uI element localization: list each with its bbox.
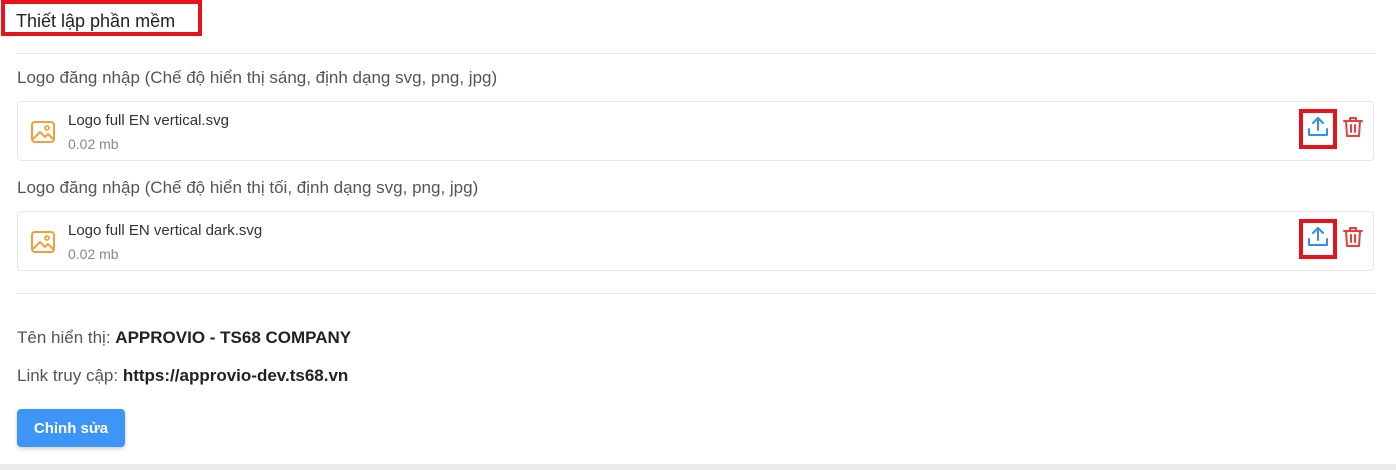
access-link-label: Link truy cập: [17, 366, 119, 385]
access-link-row: Link truy cập: https://approvio-dev.ts68… [17, 366, 348, 386]
logo-dark-label: Logo đăng nhập (Chế độ hiển thị tối, địn… [17, 178, 479, 197]
upload-icon [1307, 116, 1329, 143]
file-size: 0.02 mb [68, 246, 119, 262]
trash-icon [1343, 226, 1363, 253]
delete-button[interactable] [1341, 226, 1365, 252]
trash-icon [1343, 116, 1363, 143]
upload-button[interactable] [1299, 109, 1337, 149]
divider [16, 53, 1376, 54]
delete-button[interactable] [1341, 116, 1365, 142]
page-title: Thiết lập phần mềm [16, 11, 176, 31]
logo-light-label: Logo đăng nhập (Chế độ hiển thị sáng, đị… [17, 68, 498, 87]
access-link-value[interactable]: https://approvio-dev.ts68.vn [123, 366, 348, 385]
file-card-dark: Logo full EN vertical dark.svg 0.02 mb [17, 211, 1374, 271]
file-name: Logo full EN vertical dark.svg [68, 222, 263, 239]
file-size: 0.02 mb [68, 136, 119, 152]
edit-button[interactable]: Chỉnh sửa [17, 409, 125, 447]
bottom-scroll-edge [0, 464, 1396, 470]
display-name-value: APPROVIO - TS68 COMPANY [115, 328, 352, 347]
display-name-label: Tên hiển thị: [17, 328, 111, 347]
upload-button[interactable] [1299, 219, 1337, 259]
file-name: Logo full EN vertical.svg [68, 112, 229, 129]
upload-icon [1307, 226, 1329, 253]
file-card-light: Logo full EN vertical.svg 0.02 mb [17, 101, 1374, 161]
image-icon [30, 229, 56, 255]
divider [16, 293, 1376, 294]
display-name-row: Tên hiển thị: APPROVIO - TS68 COMPANY [17, 328, 351, 348]
image-icon [30, 119, 56, 145]
